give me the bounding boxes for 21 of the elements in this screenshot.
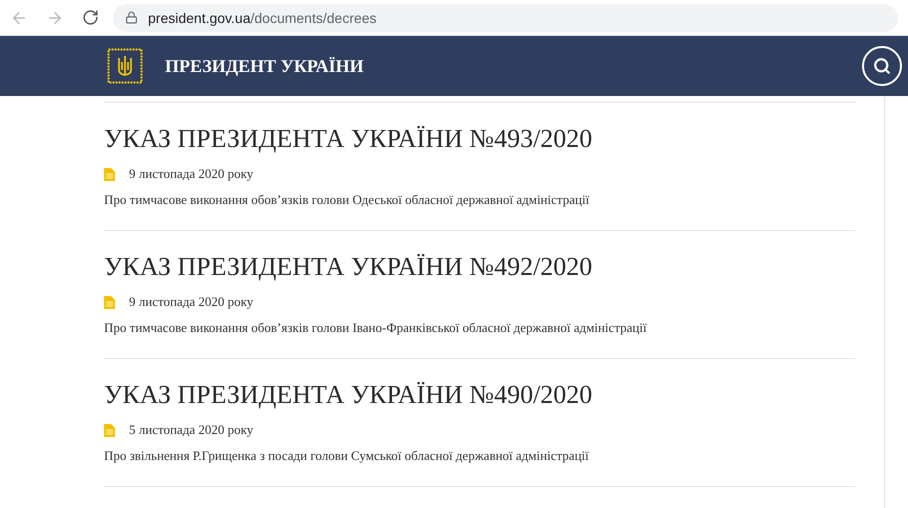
decree-description: Про тимчасове виконання обов’язків голови Івано-Франківської обласної державної адміністрації [104, 320, 648, 336]
address-bar[interactable]: president.gov.ua/documents/decrees [113, 4, 898, 32]
document-icon [104, 168, 115, 180]
document-icon [104, 296, 115, 308]
url-path: /documents/decrees [250, 10, 377, 26]
decree-title[interactable]: УКАЗ ПРЕЗИДЕНТА УКРАЇНИ №492/2020 [104, 252, 855, 282]
decree-description: Про тимчасове виконання обов’язків голови Одеської обласної державної адміністрації [104, 192, 590, 208]
search-icon [873, 57, 891, 75]
url-domain: president.gov.ua [148, 10, 250, 26]
site-title[interactable]: ПРЕЗИДЕНТ УКРАЇНИ [165, 56, 862, 76]
decree-date: 9 листопада 2020 року [129, 294, 254, 310]
decree-title[interactable]: УКАЗ ПРЕЗИДЕНТА УКРАЇНИ №493/2020 [104, 124, 855, 154]
decree-date: 9 листопада 2020 року [129, 166, 254, 182]
document-icon [104, 424, 115, 436]
lock-icon [125, 11, 138, 24]
reload-icon[interactable] [82, 9, 99, 26]
decree-description: Про звільнення Р.Грищенка з посади голови Сумської обласної державної адміністрації [104, 448, 590, 464]
decree-date: 5 листопада 2020 року [129, 422, 254, 438]
decree-title[interactable]: УКАЗ ПРЕЗИДЕНТА УКРАЇНИ №490/2020 [104, 380, 855, 410]
trident-logo-icon [107, 48, 143, 84]
search-button[interactable] [862, 46, 902, 86]
